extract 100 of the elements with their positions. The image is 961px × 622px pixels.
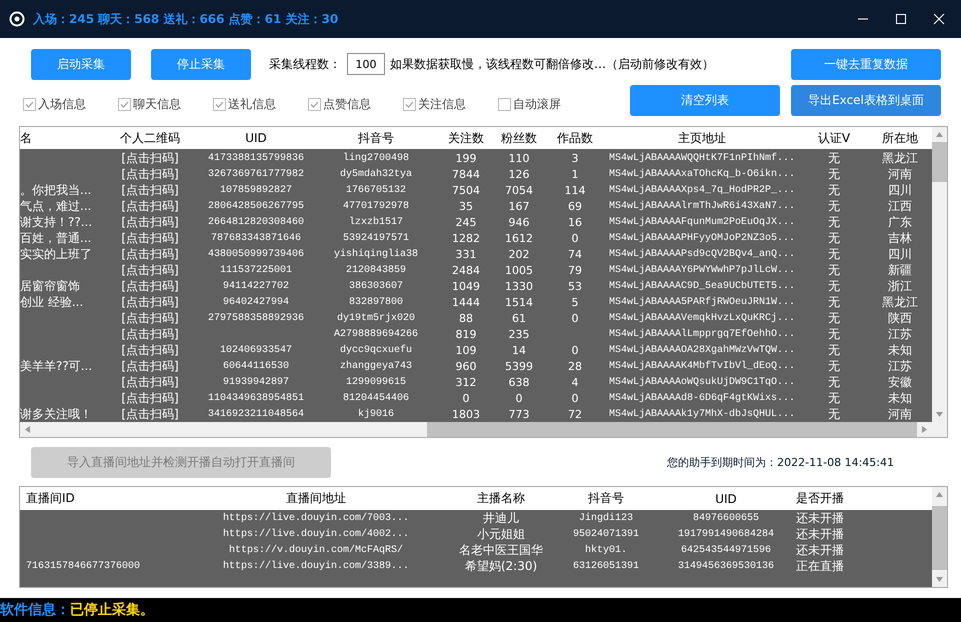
- table-cell-text: 7054: [504, 184, 534, 196]
- table-cell-text: 88: [458, 312, 474, 324]
- checkbox[interactable]: [213, 98, 226, 110]
- table-cell-text: 0: [570, 392, 580, 404]
- table-cell-text: 陕西: [887, 310, 913, 326]
- table-cell-text: [点击扫码]: [120, 262, 180, 278]
- table-cell-text: https://live.douyin.com/7003...: [222, 512, 410, 524]
- app-logo-icon: [9, 11, 25, 27]
- table-cell-text: MS4wLjABAAAAPHFyyOMJoP2NZ3o5...: [608, 232, 796, 244]
- export-button[interactable]: 导出Excel表格到桌面: [791, 85, 941, 116]
- checkbox[interactable]: [308, 98, 321, 110]
- threads-label: 采集线程数：: [269, 56, 341, 72]
- table-cell-text: 未知: [887, 390, 913, 406]
- table-cell-text: 35: [458, 200, 474, 212]
- table-cell-text: 无: [827, 198, 841, 214]
- scrollbar-thumb[interactable]: [932, 506, 947, 570]
- column-header[interactable]: 粉丝数: [492, 130, 546, 146]
- table-cell-text: 无: [827, 230, 841, 246]
- checkbox-label[interactable]: 点赞信息: [323, 96, 371, 112]
- table-cell-text: 正在直播: [796, 558, 845, 574]
- table-cell-text: [点击扫码]: [120, 294, 180, 310]
- status-label: 软件信息：: [0, 601, 70, 619]
- table-cell-text: 832897800: [348, 296, 404, 308]
- checkbox[interactable]: [403, 98, 416, 110]
- table-cell-text: 黑龙江: [881, 150, 919, 166]
- column-header[interactable]: 主页地址: [604, 130, 800, 146]
- table-cell-text: MS4wLjABAAAAC9D_5ea9UCbUTET5...: [608, 280, 796, 292]
- checkbox-label[interactable]: 入场信息: [38, 96, 86, 112]
- table-cell-text: 无: [827, 326, 841, 342]
- table-cell-text: 无: [827, 374, 841, 390]
- table-cell-text: 2797588358892936: [206, 312, 305, 324]
- checkbox-label[interactable]: 送礼信息: [228, 96, 276, 112]
- table-cell-text: 109: [454, 344, 478, 356]
- table-cell-text: 无: [827, 406, 841, 422]
- table-cell-text: 3416923211048564: [206, 408, 305, 420]
- scroll-down-icon[interactable]: [936, 412, 943, 417]
- threads-hint: 如果数据获取慢，该线程数可翻倍修改…（启动前修改有效）: [390, 56, 714, 72]
- scroll-up-icon[interactable]: [936, 132, 943, 137]
- column-header[interactable]: 抖音号: [556, 490, 656, 507]
- table-cell-text: 84976600655: [692, 512, 760, 524]
- maximize-icon[interactable]: [895, 13, 907, 25]
- table-cell-text: 黑龙江: [881, 294, 919, 310]
- close-icon[interactable]: [933, 13, 945, 25]
- table-cell-text: kj9016: [356, 408, 395, 420]
- scroll-left-icon[interactable]: [25, 426, 30, 433]
- checkbox-label[interactable]: 关注信息: [418, 96, 466, 112]
- table-cell-text: 91939942897: [222, 376, 290, 388]
- table-cell-text: 无: [827, 278, 841, 294]
- scroll-right-icon[interactable]: [922, 426, 927, 433]
- column-header[interactable]: 直播间地址: [186, 490, 446, 507]
- table-cell-text: 111537225001: [218, 264, 293, 276]
- table-cell-text: 气点，难过...: [20, 198, 92, 214]
- table-cell-text: 819: [454, 328, 478, 340]
- column-header[interactable]: 关注数: [440, 130, 492, 146]
- table-cell-text: 3267369761777982: [206, 168, 305, 180]
- column-header[interactable]: UID: [656, 492, 796, 506]
- table-cell-text: 无: [827, 150, 841, 166]
- table-cell-text: 3: [570, 152, 580, 164]
- scroll-down-icon[interactable]: [936, 577, 943, 582]
- table-cell-text: 126: [508, 168, 530, 180]
- table-cell-text: 96402427994: [222, 296, 290, 308]
- table-cell-text: 4380050999739406: [206, 248, 305, 260]
- threads-field[interactable]: 100: [347, 53, 385, 75]
- table-cell-text: 无: [827, 294, 841, 310]
- column-header[interactable]: 认证V: [800, 130, 868, 146]
- scrollbar-thumb[interactable]: [932, 142, 947, 182]
- table-cell-text: 4173388135799836: [206, 152, 305, 164]
- table-cell-text: MS4wLjABAAAA5PARfjRWOeuJRN1W...: [608, 296, 796, 308]
- table-cell-text: 无: [827, 390, 841, 406]
- table-cell-text: [点击扫码]: [120, 406, 180, 422]
- table-cell-text: 江苏: [887, 358, 913, 374]
- column-header[interactable]: 主播名称: [446, 490, 556, 507]
- column-header[interactable]: 直播间ID: [20, 490, 186, 507]
- table-cell-text: 1005: [504, 264, 534, 276]
- checkbox-label[interactable]: 聊天信息: [133, 96, 181, 112]
- column-header[interactable]: 作品数: [546, 130, 604, 146]
- table-cell-text: dycc9qcxuefu: [338, 344, 413, 356]
- checkbox-label[interactable]: 自动滚屏: [513, 96, 561, 112]
- column-header[interactable]: 个人二维码: [100, 130, 200, 146]
- scroll-up-icon[interactable]: [936, 492, 943, 497]
- column-header[interactable]: 是否开播: [796, 490, 906, 507]
- table-cell-text: MS4wLjABAAAAXps4_7q_HodPR2P_...: [608, 184, 796, 196]
- window-title: 入场：245 聊天：568 送礼：666 点赞：61 关注：30: [33, 10, 338, 28]
- table-cell-text: 1299099615: [344, 376, 407, 388]
- table-cell-text: 四川: [887, 182, 913, 198]
- checkbox[interactable]: [118, 98, 131, 110]
- table-cell-text: [点击扫码]: [120, 374, 180, 390]
- column-header[interactable]: 抖音号: [312, 130, 440, 146]
- column-header[interactable]: 所在地: [868, 130, 932, 146]
- scrollbar-thumb[interactable]: [427, 422, 917, 437]
- table-cell-text: MS4wLjABAAAAVemqkHvzLxQuKRCj...: [608, 312, 796, 324]
- column-header[interactable]: 名: [20, 130, 100, 146]
- table-cell-text: A2798889694266: [332, 328, 419, 340]
- checkbox[interactable]: [23, 98, 36, 110]
- table-cell-text: [点击扫码]: [120, 166, 180, 182]
- table-cell-text: yishiqinglia38: [332, 248, 419, 260]
- table-cell-text: 还未开播: [796, 510, 845, 526]
- column-header[interactable]: UID: [200, 131, 312, 145]
- checkbox[interactable]: [498, 98, 511, 110]
- table-cell-text: [点击扫码]: [120, 198, 180, 214]
